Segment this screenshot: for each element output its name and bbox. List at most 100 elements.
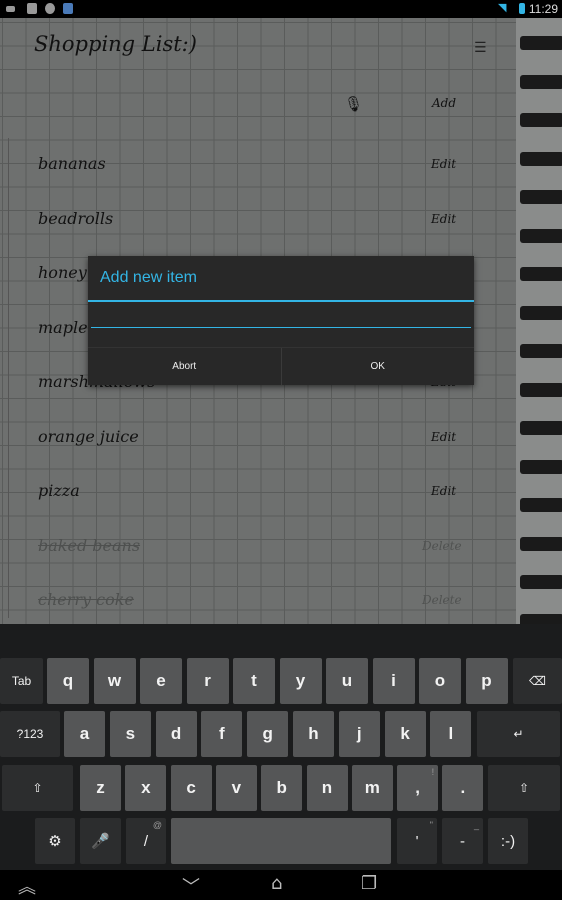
status-bar: ◥ 11:29 [0,0,562,18]
comma-key[interactable]: ,! [397,765,439,811]
microphone-icon[interactable]: 🎙 [344,95,363,113]
spiral-ring [520,459,562,474]
space-key[interactable] [171,818,391,864]
key-label: ?123 [16,727,44,741]
key-n[interactable]: n [306,765,348,811]
recent-apps-icon[interactable]: ❐ [361,873,377,894]
key-d[interactable]: d [155,711,197,757]
key-c[interactable]: c [170,765,212,811]
key-label: h [308,724,319,743]
key-label: ⚙ [48,833,62,850]
key-f[interactable]: f [201,711,243,757]
key-label: f [219,724,225,743]
key-i[interactable]: i [372,658,415,704]
list-item[interactable]: cherry coke [38,590,134,609]
symbols-key[interactable]: ?123 [0,711,60,757]
key-label: n [321,778,333,797]
spiral-ring [520,151,562,166]
key-hint: @ [152,820,162,830]
spiral-ring [520,421,562,435]
key-s[interactable]: s [109,711,151,757]
spiral-binding [516,18,562,628]
add-button[interactable]: Add [432,96,456,110]
list-item[interactable]: beadrolls [38,209,113,228]
key-r[interactable]: r [186,658,229,704]
key-u[interactable]: u [326,658,368,704]
sd-card-icon [27,3,37,14]
wifi-icon: ◥ [498,1,507,14]
key-z[interactable]: z [80,765,121,811]
key-l[interactable]: l [430,711,472,757]
key-o[interactable]: o [419,658,461,704]
key-a[interactable]: a [64,711,105,757]
key-label: ' [415,832,419,850]
keyboard-icon [6,6,15,12]
key-e[interactable]: e [140,658,182,704]
key-t[interactable]: t [233,658,275,704]
sliders-icon[interactable]: ☰ [474,40,492,56]
home-icon[interactable]: ⌂ [271,873,282,894]
navigation-bar: ︽ ﹀ ⌂ ❐ [0,870,562,900]
key-v[interactable]: v [215,765,257,811]
list-item[interactable]: orange juice [38,427,139,446]
key-g[interactable]: g [247,711,289,757]
translate-icon [63,3,73,14]
delete-button[interactable]: Delete [422,593,462,607]
spiral-ring [520,36,562,50]
apostrophe-key[interactable]: ' " [397,818,437,864]
key-j[interactable]: j [338,711,380,757]
slash-key[interactable]: / @ [126,818,166,864]
key-hint: _ [473,820,479,830]
key-q[interactable]: q [47,658,89,704]
spiral-ring [520,498,562,512]
key-label: ⇧ [32,781,43,795]
key-label: q [62,671,74,690]
margin-line [8,138,9,618]
key-m[interactable]: m [351,765,393,811]
key-w[interactable]: w [93,658,136,704]
key-hint: " [429,820,433,830]
key-label: m [364,778,380,797]
edit-button[interactable]: Edit [431,430,456,444]
backspace-key[interactable]: ⌫ [513,658,562,704]
delete-button[interactable]: Delete [422,539,462,553]
shift-key[interactable]: ⇧ [488,765,560,811]
hide-keyboard-icon[interactable]: ﹀ [182,873,200,899]
key-k[interactable]: k [384,711,426,757]
menu-up-icon[interactable]: ︽ [18,873,36,899]
key-h[interactable]: h [293,711,334,757]
ok-button[interactable]: OK [280,348,475,385]
spiral-ring [520,382,562,397]
abort-button[interactable]: Abort [88,348,281,385]
key-label: x [141,778,151,797]
list-item[interactable]: honey [38,263,87,282]
enter-key[interactable]: ↵ [477,711,560,757]
tab-key[interactable]: Tab [0,658,43,704]
key-label: y [295,671,306,690]
new-item-input[interactable] [91,304,471,328]
list-item[interactable]: pizza [38,481,80,500]
edit-button[interactable]: Edit [431,212,456,226]
key-label: d [170,724,182,743]
edit-button[interactable]: Edit [431,484,456,498]
voice-key[interactable]: 🎤 [80,818,121,864]
key-p[interactable]: p [465,658,508,704]
key-x[interactable]: x [125,765,167,811]
list-item[interactable]: bananas [38,154,106,173]
list-item[interactable]: baked beans [38,536,140,555]
key-label: g [262,724,273,743]
clock: 11:29 [528,2,558,16]
key-label: c [186,778,196,797]
list-item[interactable]: maple [38,318,88,337]
dash-key[interactable]: - _ [442,818,483,864]
key-label: / [143,832,149,850]
smiley-key[interactable]: :-) [488,818,528,864]
key-y[interactable]: y [279,658,322,704]
edit-button[interactable]: Edit [431,157,456,171]
settings-key[interactable]: ⚙ [35,818,75,864]
shift-key[interactable]: ⇧ [2,765,73,811]
period-key[interactable]: . [442,765,484,811]
key-label: :-) [500,832,516,850]
key-label: k [400,724,410,743]
key-b[interactable]: b [261,765,303,811]
